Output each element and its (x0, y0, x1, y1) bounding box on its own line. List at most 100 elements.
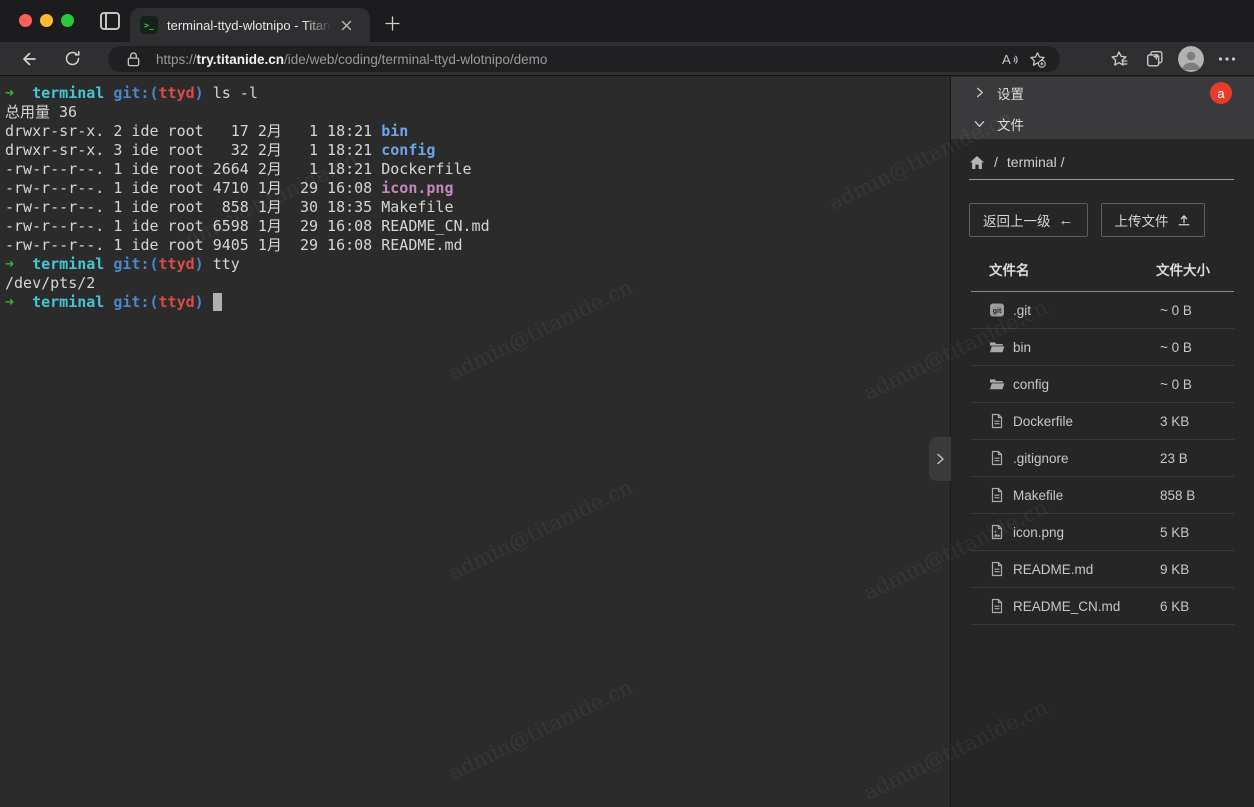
url-host: try.titanide.cn (197, 52, 285, 67)
terminal-favicon-icon: >_ (140, 16, 158, 34)
more-menu-icon[interactable] (1214, 46, 1240, 72)
user-badge[interactable]: a (1210, 82, 1232, 104)
close-window-button[interactable] (19, 14, 32, 27)
file-row[interactable]: Makefile858 B (971, 477, 1234, 514)
file-name: bin (1013, 340, 1160, 355)
terminal-line: -rw-r--r--. 1 ide root 858 1月 30 18:35 M… (5, 198, 949, 217)
file-row[interactable]: Dockerfile3 KB (971, 403, 1234, 440)
terminal-line: 总用量 36 (5, 103, 949, 122)
file-row[interactable]: .gitignore23 B (971, 440, 1234, 477)
back-icon[interactable] (16, 47, 40, 71)
folder-icon (989, 339, 1005, 355)
breadcrumb-divider (969, 179, 1234, 180)
tab-close-icon[interactable] (337, 16, 355, 34)
reload-icon[interactable] (60, 47, 84, 71)
arrow-left-icon: ← (1059, 213, 1074, 228)
file-name: README_CN.md (1013, 599, 1160, 614)
zoom-window-button[interactable] (61, 14, 74, 27)
upload-icon (1177, 213, 1191, 227)
file-size: 9 KB (1160, 562, 1234, 577)
sidebar-header: 设置 a 文件 (951, 77, 1254, 139)
terminal-line: /dev/pts/2 (5, 274, 949, 293)
sidebar-collapse-handle[interactable] (929, 437, 951, 481)
file-sidebar: 设置 a 文件 / terminal / 返回上一级 ← 上传文件 (950, 77, 1254, 807)
column-file-size: 文件大小 (1156, 259, 1234, 279)
collections-icon[interactable] (1142, 46, 1168, 72)
sidebar-item-settings[interactable]: 设置 a (951, 77, 1254, 108)
file-size: 3 KB (1160, 414, 1234, 429)
file-size: ~ 0 B (1160, 340, 1234, 355)
terminal-line: -rw-r--r--. 1 ide root 2664 2月 1 18:21 D… (5, 160, 949, 179)
file-row[interactable]: bin~ 0 B (971, 329, 1234, 366)
url-path: /ide/web/coding/terminal-ttyd-wlotnipo/d… (284, 52, 547, 67)
file-name: .gitignore (1013, 451, 1160, 466)
file-icon (989, 598, 1005, 614)
file-row[interactable]: git .git~ 0 B (971, 292, 1234, 329)
terminal-line: drwxr-sr-x. 2 ide root 17 2月 1 18:21 bin (5, 122, 949, 141)
settings-label: 设置 (997, 83, 1024, 103)
url-text: https://try.titanide.cn/ide/web/coding/t… (156, 52, 998, 67)
file-icon (989, 413, 1005, 429)
tab-title: terminal-ttyd-wlotnipo - TitanI (167, 18, 335, 33)
file-name: Dockerfile (1013, 414, 1160, 429)
file-size: 23 B (1160, 451, 1234, 466)
file-size: 5 KB (1160, 525, 1234, 540)
svg-text:A: A (1002, 52, 1011, 67)
add-favorite-star-icon[interactable] (1024, 48, 1050, 70)
terminal-line: ➜ terminal git:(ttyd) (5, 293, 949, 312)
profile-avatar[interactable] (1178, 46, 1204, 72)
file-actions: 返回上一级 ← 上传文件 (969, 203, 1234, 237)
upload-file-button[interactable]: 上传文件 (1101, 203, 1205, 237)
chevron-right-icon (973, 87, 985, 99)
folder-icon (989, 376, 1005, 392)
breadcrumb-separator: / (994, 154, 998, 170)
browser-tab[interactable]: >_ terminal-ttyd-wlotnipo - TitanI (130, 8, 370, 42)
file-icon (989, 487, 1005, 503)
file-table-body: git.git~ 0 Bbin~ 0 Bconfig~ 0 BDockerfil… (971, 292, 1234, 625)
terminal-line: -rw-r--r--. 1 ide root 4710 1月 29 16:08 … (5, 179, 949, 198)
favorites-star-icon[interactable] (1106, 46, 1132, 72)
image-icon (989, 524, 1005, 540)
back-parent-button[interactable]: 返回上一级 ← (969, 203, 1088, 237)
lock-icon[interactable] (120, 48, 146, 70)
url-bar[interactable]: https://try.titanide.cn/ide/web/coding/t… (108, 46, 1060, 72)
file-size: 858 B (1160, 488, 1234, 503)
browser-titlebar: >_ terminal-ttyd-wlotnipo - TitanI (0, 0, 1254, 42)
file-row[interactable]: config~ 0 B (971, 366, 1234, 403)
svg-text:git: git (993, 308, 1002, 315)
traffic-lights (19, 14, 74, 27)
breadcrumb-path[interactable]: terminal / (1007, 154, 1065, 170)
terminal-output: ➜ terminal git:(ttyd) ls -l总用量 36drwxr-s… (0, 77, 949, 312)
file-name: config (1013, 377, 1160, 392)
file-row[interactable]: README_CN.md6 KB (971, 588, 1234, 625)
file-row[interactable]: icon.png5 KB (971, 514, 1234, 551)
terminal[interactable]: ➜ terminal git:(ttyd) ls -l总用量 36drwxr-s… (0, 77, 949, 807)
file-size: ~ 0 B (1160, 303, 1234, 318)
tab-panes-icon[interactable] (100, 12, 120, 30)
file-name: README.md (1013, 562, 1160, 577)
file-name: Makefile (1013, 488, 1160, 503)
file-name: icon.png (1013, 525, 1160, 540)
terminal-line: drwxr-sr-x. 3 ide root 32 2月 1 18:21 con… (5, 141, 949, 160)
url-scheme: https:// (156, 52, 197, 67)
breadcrumb: / terminal / (969, 154, 1234, 170)
chevron-down-icon (973, 118, 985, 130)
file-icon (989, 561, 1005, 577)
file-table-header: 文件名 文件大小 (971, 259, 1234, 291)
read-aloud-icon[interactable]: A (998, 48, 1024, 70)
toolbar-right-icons (1106, 42, 1240, 76)
terminal-line: ➜ terminal git:(ttyd) tty (5, 255, 949, 274)
git-icon: git (989, 302, 1005, 318)
file-size: ~ 0 B (1160, 377, 1234, 392)
file-table: 文件名 文件大小 git.git~ 0 Bbin~ 0 Bconfig~ 0 B… (971, 259, 1234, 625)
sidebar-item-files[interactable]: 文件 (951, 108, 1254, 139)
minimize-window-button[interactable] (40, 14, 53, 27)
file-size: 6 KB (1160, 599, 1234, 614)
file-name: .git (1013, 303, 1160, 318)
home-icon[interactable] (969, 155, 985, 170)
new-tab-button[interactable] (382, 13, 402, 33)
terminal-line: ➜ terminal git:(ttyd) ls -l (5, 84, 949, 103)
file-row[interactable]: README.md9 KB (971, 551, 1234, 588)
files-label: 文件 (997, 114, 1024, 134)
file-icon (989, 450, 1005, 466)
